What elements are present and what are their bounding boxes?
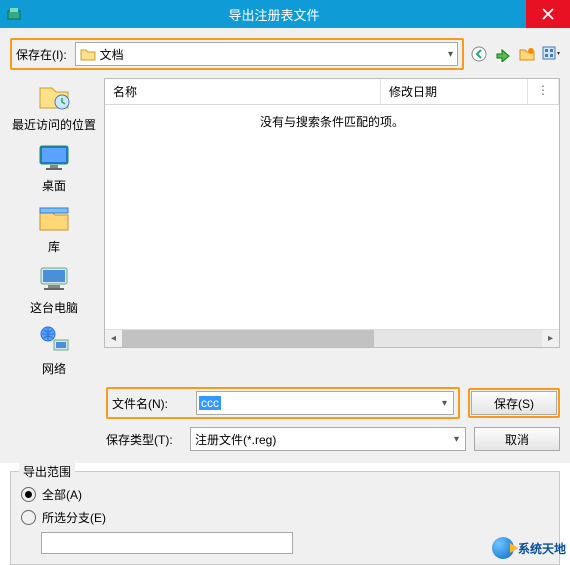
sidebar-item-computer[interactable]: 这台电脑 [10,261,98,316]
branch-path-input[interactable] [41,532,293,554]
sidebar-item-label: 这台电脑 [30,299,78,316]
radio-icon [21,487,36,502]
chevron-down-icon: ▾ [436,398,453,409]
sidebar-item-desktop[interactable]: 桌面 [10,139,98,194]
save-in-label: 保存在(I): [16,46,67,63]
places-sidebar: 最近访问的位置 桌面 库 这台电脑 网络 [10,78,98,377]
column-date[interactable]: 修改日期 [381,79,528,104]
save-in-area: 保存在(I): 文档 ▾ [10,38,464,70]
scroll-right-icon[interactable]: ▸ [542,330,559,347]
empty-message: 没有与搜索条件匹配的项。 [105,105,559,329]
computer-icon [34,261,74,297]
column-more[interactable]: ⋮ [528,79,559,104]
column-name[interactable]: 名称 [105,79,381,104]
chevron-down-icon: ▾ [448,434,465,445]
app-icon [6,6,22,22]
filetype-value: 注册文件(*.reg) [195,431,276,448]
chevron-down-icon: ▾ [448,49,453,60]
view-menu-icon[interactable] [542,45,560,63]
radio-label: 全部(A) [42,486,82,503]
watermark: 系统天地 [492,537,566,559]
back-icon[interactable] [470,45,488,63]
sidebar-item-label: 桌面 [42,177,66,194]
titlebar: 导出注册表文件 [0,0,570,28]
sidebar-item-libraries[interactable]: 库 [10,200,98,255]
filename-input[interactable]: ccc ▾ [196,391,454,415]
toolbar-icons [470,45,560,63]
save-button-area: 保存(S) [468,388,560,418]
filename-value: ccc [199,396,221,410]
sidebar-item-label: 库 [48,238,60,255]
save-in-dropdown[interactable]: 文档 ▾ [75,42,458,66]
watermark-text: 系统天地 [518,540,566,557]
file-list: 名称 修改日期 ⋮ 没有与搜索条件匹配的项。 ◂ ▸ [104,78,560,348]
close-button[interactable] [526,0,570,28]
filetype-label: 保存类型(T): [106,431,182,448]
up-icon[interactable] [494,45,512,63]
network-icon [34,322,74,358]
scroll-left-icon[interactable]: ◂ [105,330,122,347]
column-headers: 名称 修改日期 ⋮ [105,79,559,105]
export-range-group: 导出范围 全部(A) 所选分支(E) [10,471,560,565]
group-legend: 导出范围 [19,463,75,480]
radio-selected-branch[interactable]: 所选分支(E) [21,509,549,526]
horizontal-scrollbar[interactable]: ◂ ▸ [105,329,559,347]
sidebar-item-network[interactable]: 网络 [10,322,98,377]
sidebar-item-recent[interactable]: 最近访问的位置 [10,78,98,133]
desktop-icon [34,139,74,175]
globe-icon [492,537,514,559]
folder-icon [80,47,96,61]
recent-icon [34,78,74,114]
save-button[interactable]: 保存(S) [471,391,557,415]
radio-label: 所选分支(E) [42,509,106,526]
libraries-icon [34,200,74,236]
cancel-button[interactable]: 取消 [474,427,560,451]
filetype-dropdown[interactable]: 注册文件(*.reg) ▾ [190,427,466,451]
new-folder-icon[interactable] [518,45,536,63]
sidebar-item-label: 网络 [42,360,66,377]
radio-icon [21,510,36,525]
sidebar-item-label: 最近访问的位置 [12,116,96,133]
filename-area: 文件名(N): ccc ▾ [106,387,460,419]
window-title: 导出注册表文件 [22,5,526,24]
save-in-value: 文档 [100,46,124,63]
filename-label: 文件名(N): [112,395,188,412]
radio-all[interactable]: 全部(A) [21,486,549,503]
